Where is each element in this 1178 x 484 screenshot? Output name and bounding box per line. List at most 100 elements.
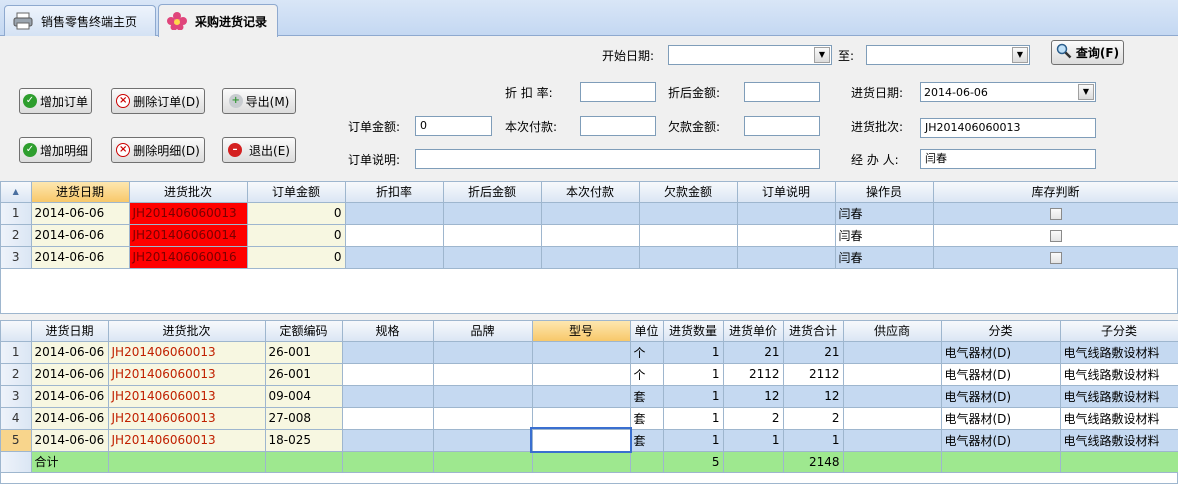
cell-discount-rate[interactable]: [345, 202, 444, 225]
cell-unit[interactable]: 套: [630, 429, 664, 452]
cell-quota-code[interactable]: 26-001: [265, 363, 343, 386]
cell-quota-code[interactable]: 26-001: [265, 341, 343, 364]
cell-current-payment[interactable]: [541, 224, 640, 247]
cell-date[interactable]: 2014-06-06: [31, 202, 130, 225]
stock-checkbox[interactable]: [1049, 251, 1062, 264]
cell-stock-check[interactable]: [933, 246, 1178, 269]
cell-brand[interactable]: [433, 429, 533, 452]
cell-quota-code[interactable]: 27-008: [265, 407, 343, 430]
cell-quantity[interactable]: 1: [663, 385, 724, 408]
cell-discounted-amount[interactable]: [443, 224, 542, 247]
row-number[interactable]: 2: [1, 224, 32, 247]
cell-order-note[interactable]: [737, 246, 836, 269]
cell-unit[interactable]: 个: [630, 363, 664, 386]
add-detail-button[interactable]: ✓ 增加明细: [19, 137, 92, 163]
cell-quantity[interactable]: 1: [663, 407, 724, 430]
cell-category[interactable]: 电气器材(D): [941, 385, 1061, 408]
row-number[interactable]: 2: [1, 363, 32, 386]
exit-button[interactable]: – 退出(E): [222, 137, 296, 163]
order-amount-field[interactable]: 0: [415, 116, 492, 136]
cell-date[interactable]: 2014-06-06: [31, 224, 130, 247]
cell-brand[interactable]: [433, 407, 533, 430]
cell-batch[interactable]: JH201406060013: [108, 363, 266, 386]
cell-unit-price[interactable]: 1: [723, 429, 784, 452]
row-number[interactable]: 5: [1, 429, 32, 452]
cell-total[interactable]: 2: [783, 407, 844, 430]
row-number[interactable]: 3: [1, 385, 32, 408]
discounted-amount-field[interactable]: [744, 82, 820, 102]
cell-date[interactable]: 2014-06-06: [31, 385, 109, 408]
cell-category[interactable]: 电气器材(D): [941, 341, 1061, 364]
cell-quota-code[interactable]: 18-025: [265, 429, 343, 452]
table-row[interactable]: 1 2014-06-06 JH201406060013 0 闫春: [1, 202, 1178, 225]
cell-quantity[interactable]: 1: [663, 341, 724, 364]
orders-grid[interactable]: ▲ 进货日期 进货批次 订单金额 折扣率 折后金额 本次付款 欠款金额 订单说明…: [0, 181, 1178, 314]
add-order-button[interactable]: ✓ 增加订单: [19, 88, 92, 114]
tab-purchase-records[interactable]: 采购进货记录: [158, 4, 278, 37]
col-header[interactable]: 分类: [941, 321, 1061, 342]
cell-current-payment[interactable]: [541, 246, 640, 269]
dropdown-arrow-icon[interactable]: ▼: [1012, 47, 1028, 63]
cell-spec[interactable]: [342, 341, 434, 364]
cell-total[interactable]: 12: [783, 385, 844, 408]
cell-batch[interactable]: JH201406060013: [129, 202, 248, 225]
cell-supplier[interactable]: [843, 363, 942, 386]
cell-supplier[interactable]: [843, 341, 942, 364]
cell-model[interactable]: [530, 427, 632, 453]
cell-category[interactable]: 电气器材(D): [941, 407, 1061, 430]
cell-model[interactable]: [532, 341, 631, 364]
table-row[interactable]: 1 2014-06-06 JH201406060013 26-001 个 1 21 21 电气器…: [1, 341, 1178, 364]
dropdown-arrow-icon[interactable]: ▼: [814, 47, 830, 63]
cell-date[interactable]: 2014-06-06: [31, 363, 109, 386]
col-header[interactable]: 进货批次: [129, 182, 248, 203]
cell-category[interactable]: 电气器材(D): [941, 363, 1061, 386]
col-header[interactable]: 欠款金额: [639, 182, 738, 203]
table-row[interactable]: 3 2014-06-06 JH201406060013 09-004 套 1 12 12 电气器…: [1, 385, 1178, 408]
row-number[interactable]: 4: [1, 407, 32, 430]
cell-total[interactable]: 2112: [783, 363, 844, 386]
cell-arrears[interactable]: [639, 246, 738, 269]
cell-date[interactable]: 2014-06-06: [31, 341, 109, 364]
table-row[interactable]: 4 2014-06-06 JH201406060013 27-008 套 1 2 2 电气器材(…: [1, 407, 1178, 430]
table-row[interactable]: 3 2014-06-06 JH201406060016 0 闫春: [1, 246, 1178, 269]
cell-operator[interactable]: 闫春: [835, 202, 934, 225]
cell-stock-check[interactable]: [933, 224, 1178, 247]
cell-supplier[interactable]: [843, 385, 942, 408]
end-date-picker[interactable]: ▼: [866, 45, 1030, 65]
delete-detail-button[interactable]: × 删除明细(D): [111, 137, 205, 163]
cell-supplier[interactable]: [843, 429, 942, 452]
col-header[interactable]: 订单说明: [737, 182, 836, 203]
cell-date[interactable]: 2014-06-06: [31, 429, 109, 452]
cell-model[interactable]: [532, 407, 631, 430]
cell-subcategory[interactable]: 电气线路敷设材料: [1060, 429, 1178, 452]
cell-order-amount[interactable]: 0: [247, 202, 346, 225]
arrears-field[interactable]: [744, 116, 820, 136]
query-button[interactable]: 查询(F): [1051, 40, 1124, 65]
purchase-date-picker[interactable]: 2014-06-06 ▼: [920, 82, 1096, 102]
cell-subcategory[interactable]: 电气线路敷设材料: [1060, 363, 1178, 386]
cell-date[interactable]: 2014-06-06: [31, 246, 130, 269]
table-row[interactable]: 2 2014-06-06 JH201406060014 0 闫春: [1, 224, 1178, 247]
col-header[interactable]: 折后金额: [443, 182, 542, 203]
col-header[interactable]: 进货数量: [663, 321, 724, 342]
cell-total[interactable]: 21: [783, 341, 844, 364]
cell-order-amount[interactable]: 0: [247, 246, 346, 269]
table-row[interactable]: 2 2014-06-06 JH201406060013 26-001 个 1 2112 211…: [1, 363, 1178, 386]
cell-unit-price[interactable]: 12: [723, 385, 784, 408]
details-grid[interactable]: 进货日期 进货批次 定额编码 规格 品牌 型号 单位 进货数量 进货单价 进货合…: [0, 320, 1178, 484]
cell-category[interactable]: 电气器材(D): [941, 429, 1061, 452]
cell-unit-price[interactable]: 2: [723, 407, 784, 430]
col-header[interactable]: 操作员: [835, 182, 934, 203]
cell-order-note[interactable]: [737, 202, 836, 225]
row-number[interactable]: 1: [1, 202, 32, 225]
cell-batch[interactable]: JH201406060013: [108, 407, 266, 430]
col-header[interactable]: 库存判断: [933, 182, 1178, 203]
cell-unit[interactable]: 套: [630, 407, 664, 430]
col-header[interactable]: 进货日期: [31, 321, 109, 342]
cell-batch[interactable]: JH201406060013: [108, 341, 266, 364]
cell-operator[interactable]: 闫春: [835, 224, 934, 247]
cell-total[interactable]: 1: [783, 429, 844, 452]
cell-discount-rate[interactable]: [345, 224, 444, 247]
stock-checkbox[interactable]: [1049, 207, 1062, 220]
col-header[interactable]: 供应商: [843, 321, 942, 342]
